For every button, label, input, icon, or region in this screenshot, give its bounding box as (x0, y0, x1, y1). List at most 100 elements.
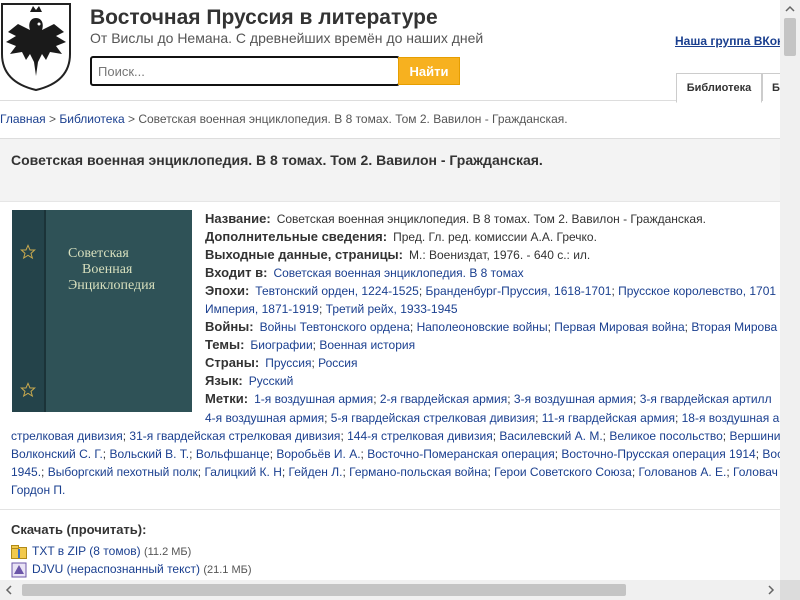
horizontal-scroll-thumb[interactable] (22, 584, 626, 596)
era-link[interactable]: Тевтонский орден, 1224-1525 (255, 284, 419, 298)
download-txt-zip-link[interactable]: TXT в ZIP (8 томов) (32, 544, 141, 558)
field-value: Пред. Гл. ред. комиссии А.А. Гречко. (393, 230, 597, 244)
tag-link[interactable]: стрелковая дивизия (11, 429, 123, 443)
era-link[interactable]: Империя, 1871-1919 (205, 302, 319, 316)
vertical-scrollbar[interactable] (780, 0, 800, 580)
tag-link[interactable]: Головач (733, 465, 778, 479)
field-label: Дополнительные сведения: (205, 229, 388, 244)
tag-link[interactable]: Вольский В. Т. (109, 447, 189, 461)
tag-link[interactable]: Германо-польская война (349, 465, 487, 479)
site-header: Восточная Пруссия в литературе От Вислы … (0, 0, 780, 103)
scroll-up-icon[interactable] (780, 0, 800, 18)
tag-link[interactable]: 3-я воздушная армия (514, 392, 633, 406)
tag-link[interactable]: Голованов А. Е. (639, 465, 727, 479)
tab-next[interactable]: Б (762, 73, 780, 101)
breadcrumb-home-link[interactable]: Главная (0, 112, 46, 126)
field-label: Войны: (205, 319, 254, 334)
field-part-of: Входит в: Советская военная энциклопедия.… (205, 265, 524, 280)
field-name: Название: Советская военная энциклопедия.… (205, 211, 706, 226)
field-label: Язык: (205, 373, 243, 388)
tag-link[interactable]: 3-я гвардейская артилл (640, 392, 772, 406)
tab-library[interactable]: Библиотека (676, 73, 762, 103)
prussian-eagle-icon[interactable] (0, 2, 72, 92)
tag-link[interactable]: Восточно-Прусская операция 1914 (561, 447, 755, 461)
war-link[interactable]: Вторая Мирова (691, 320, 777, 334)
search-button[interactable]: Найти (398, 57, 460, 85)
tag-link[interactable]: Воробьёв И. А. (276, 447, 360, 461)
language-link[interactable]: Русский (249, 374, 294, 388)
site-subtitle: От Вислы до Немана. С древнейших времён … (90, 30, 484, 46)
download-section: Скачать (прочитать): TXT в ZIP (8 томов)… (0, 509, 780, 580)
era-link[interactable]: Прусское королевство, 1701 (618, 284, 776, 298)
star-icon (20, 382, 36, 398)
download-item: TXT в ZIP (8 томов) (11.2 МБ) (11, 544, 191, 559)
tag-link[interactable]: Волконский С. Г. (11, 447, 103, 461)
tags-continued: 1945.; Выборгский пехотный полк; Галицки… (11, 465, 778, 479)
scrollbar-corner (780, 580, 800, 600)
field-label: Эпохи: (205, 283, 250, 298)
horizontal-scrollbar[interactable] (0, 580, 780, 600)
cover-title-line: Энциклопедия (68, 278, 156, 293)
tag-link[interactable]: 144-я стрелковая дивизия (347, 429, 493, 443)
era-link[interactable]: Бранденбург-Пруссия, 1618-1701 (425, 284, 611, 298)
download-heading: Скачать (прочитать): (11, 522, 147, 537)
tag-link[interactable]: Восточно-Померанская операция (367, 447, 554, 461)
tags-continued: Гордон П. (11, 483, 65, 497)
tag-link[interactable]: Галицкий К. Н (204, 465, 281, 479)
field-value: М.: Воениздат, 1976. - 640 с.: ил. (409, 248, 591, 262)
vertical-scroll-thumb[interactable] (784, 18, 796, 56)
field-output: Выходные данные, страницы: М.: Воениздат,… (205, 247, 590, 262)
tags-continued: стрелковая дивизия; 31-я гвардейская стр… (11, 429, 780, 443)
tag-link[interactable]: 5-я гвардейская стрелковая дивизия (331, 411, 535, 425)
scroll-left-icon[interactable] (0, 580, 18, 600)
era-link[interactable]: Третий рейх, 1933-1945 (326, 302, 458, 316)
tag-link[interactable]: 18-я воздушная а (682, 411, 780, 425)
theme-link[interactable]: Биографии (250, 338, 312, 352)
tag-link[interactable]: 1945. (11, 465, 41, 479)
field-language: Язык: Русский (205, 373, 293, 388)
field-themes: Темы: Биографии; Военная история (205, 337, 416, 352)
theme-link[interactable]: Военная история (319, 338, 415, 352)
war-link[interactable]: Войны Тевтонского ордена (260, 320, 410, 334)
tag-link[interactable]: Вершини (729, 429, 780, 443)
part-of-link[interactable]: Советская военная энциклопедия. В 8 тома… (273, 266, 523, 280)
field-label: Название: (205, 211, 271, 226)
tag-link[interactable]: Гордон П. (11, 483, 65, 497)
file-size: (21.1 МБ) (203, 564, 252, 577)
field-label: Темы: (205, 337, 245, 352)
country-link[interactable]: Россия (318, 356, 357, 370)
vk-group-link[interactable]: Наша группа ВКонтакте (675, 34, 780, 48)
tag-link[interactable]: 2-я гвардейская армия (380, 392, 507, 406)
tag-link[interactable]: 11-я гвардейская армия (542, 411, 675, 425)
book-cover-image[interactable]: Советская Военная Энциклопедия (12, 210, 192, 412)
scroll-right-icon[interactable] (762, 580, 780, 600)
tag-link[interactable]: 31-я гвардейская стрелковая дивизия (129, 429, 340, 443)
tag-link[interactable]: Великое посольство (609, 429, 722, 443)
tag-link[interactable]: Герои Советского Союза (494, 465, 632, 479)
tag-link[interactable]: Вольфшанце (196, 447, 270, 461)
search-input[interactable] (90, 56, 400, 86)
war-link[interactable]: Первая Мировая война (554, 320, 684, 334)
download-djvu-link[interactable]: DJVU (нераспознанный текст) (32, 562, 200, 576)
field-wars: Войны: Войны Тевтонского ордена; Наполеон… (205, 319, 778, 334)
country-link[interactable]: Пруссия (265, 356, 311, 370)
page-viewport: Восточная Пруссия в литературе От Вислы … (0, 0, 780, 580)
djvu-file-icon (11, 562, 27, 578)
war-link[interactable]: Наполеоновские войны (417, 320, 548, 334)
field-extra: Дополнительные сведения: Пред. Гл. ред. к… (205, 229, 597, 244)
tag-link[interactable]: Выборгский пехотный полк (48, 465, 198, 479)
tag-link[interactable]: 4-я воздушная армия (205, 411, 324, 425)
file-size: (11.2 МБ) (143, 546, 192, 558)
tag-link[interactable]: Василевский А. М. (499, 429, 602, 443)
tag-link[interactable]: 1-я воздушная армия (254, 392, 373, 406)
field-tags: Метки: 1-я воздушная армия; 2-я гвардейск… (205, 391, 772, 406)
site-title[interactable]: Восточная Пруссия в литературе (90, 6, 438, 30)
field-countries: Страны: Пруссия; Россия (205, 355, 358, 370)
tag-link[interactable]: Вос (762, 447, 780, 461)
field-value: Советская военная энциклопедия. В 8 тома… (276, 212, 706, 226)
field-label: Входит в: (205, 265, 268, 280)
tags-continued: 4-я воздушная армия; 5-я гвардейская стр… (205, 411, 780, 425)
tag-link[interactable]: Гейден Л. (289, 465, 343, 479)
tags-continued: Волконский С. Г.; Вольский В. Т.; Вольфш… (11, 447, 780, 461)
breadcrumb-library-link[interactable]: Библиотека (59, 112, 124, 126)
